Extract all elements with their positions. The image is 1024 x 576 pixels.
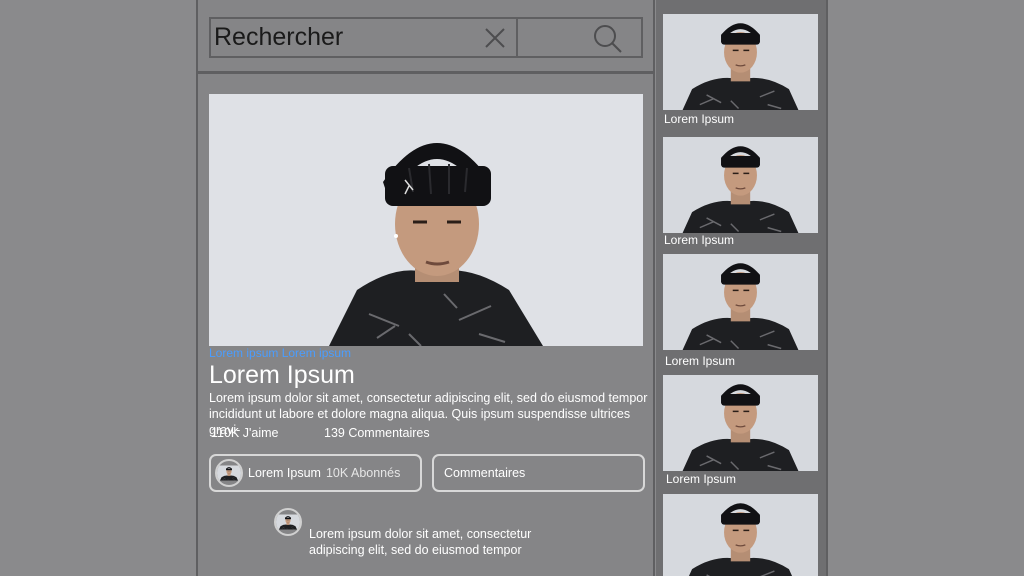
sidebar-thumbnail[interactable] [663, 14, 818, 110]
post-image[interactable] [209, 94, 643, 346]
search-bar [198, 0, 653, 74]
sidebar-item-label[interactable]: Lorem Ipsum [664, 233, 734, 247]
search-input[interactable] [211, 19, 516, 56]
sidebar-item-label[interactable]: Lorem Ipsum [664, 112, 734, 126]
author-name: Lorem Ipsum [248, 466, 321, 480]
sidebar: Lorem Ipsum Lorem Ipsum Lorem Ipsum Lore… [656, 0, 828, 576]
post-title: Lorem Ipsum [209, 361, 355, 389]
sidebar-thumbnail[interactable] [663, 137, 818, 233]
sidebar-item-label[interactable]: Lorem Ipsum [665, 354, 735, 368]
sidebar-thumbnail[interactable] [663, 254, 818, 350]
comment-text: Lorem ipsum dolor sit amet, consectetur … [309, 527, 532, 557]
author-subscribers: 10K Abonnés [325, 466, 401, 480]
author-button[interactable]: Lorem Ipsum 10K Abonnés [209, 454, 422, 492]
post-tags-link[interactable]: Lorem ipsum Lorem ipsum [209, 346, 351, 360]
sidebar-item-label[interactable]: Lorem Ipsum [666, 472, 736, 486]
comments-count[interactable]: 139 Commentaires [324, 426, 430, 440]
sidebar-thumbnail[interactable] [663, 494, 818, 576]
comments-button[interactable]: Commentaires [432, 454, 645, 492]
main-column: Lorem ipsum Lorem ipsum Lorem Ipsum Lore… [196, 0, 655, 576]
likes-count[interactable]: 110K J'aime [211, 426, 278, 440]
search-box [209, 17, 643, 58]
commenter-avatar [274, 508, 302, 536]
avatar [215, 459, 243, 487]
sidebar-thumbnail[interactable] [663, 375, 818, 471]
search-button[interactable] [518, 19, 641, 56]
search-icon[interactable] [593, 24, 623, 54]
close-icon[interactable] [483, 26, 507, 50]
